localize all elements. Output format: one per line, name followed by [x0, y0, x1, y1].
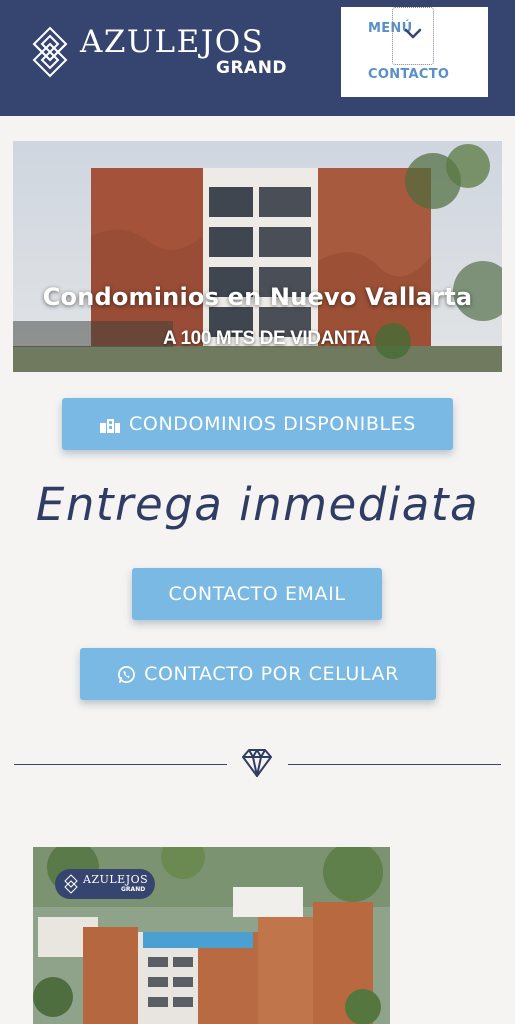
project-render-image[interactable]: AZULEJOS GRAND: [33, 847, 390, 1024]
nav-contacto-link[interactable]: CONTACTO: [368, 67, 449, 82]
contacto-celular-button[interactable]: CONTACTO POR CELULAR: [80, 648, 436, 700]
logo-subtitle[interactable]: GRAND: [216, 58, 287, 78]
logo-icon[interactable]: [32, 26, 68, 78]
diamond-icon: [242, 749, 272, 777]
hero-banner[interactable]: Condominios en Nuevo Vallarta A 100 MTS …: [13, 141, 502, 372]
badge-title: AZULEJOS: [83, 873, 149, 886]
contacto-celular-label: CONTACTO POR CELULAR: [144, 663, 399, 685]
menu-toggle-button[interactable]: [392, 7, 434, 65]
buildings-icon: [100, 419, 121, 433]
render-logo-badge: AZULEJOS GRAND: [55, 869, 155, 899]
logo-title[interactable]: AZULEJOS: [80, 24, 264, 60]
site-header: AZULEJOS GRAND MENÚ CONTACTO: [0, 0, 515, 116]
headline-entrega: Entrega inmediata: [35, 478, 480, 531]
condominios-disponibles-button[interactable]: CONDOMINIOS DISPONIBLES: [62, 398, 453, 450]
hero-subtitle: A 100 MTS DE VIDANTA: [163, 328, 371, 349]
chevron-down-icon: [404, 28, 422, 39]
divider-line-left: [14, 764, 227, 765]
hero-title: Condominios en Nuevo Vallarta: [42, 283, 473, 311]
whatsapp-icon: [118, 665, 136, 683]
divider-line-right: [288, 764, 501, 765]
badge-logo-icon: [64, 874, 78, 894]
condominios-button-label: CONDOMINIOS DISPONIBLES: [129, 413, 416, 435]
nav-menu-box: MENÚ CONTACTO: [341, 7, 488, 97]
contacto-email-button[interactable]: CONTACTO EMAIL: [132, 568, 382, 620]
badge-subtitle: GRAND: [121, 886, 146, 893]
contacto-email-label: CONTACTO EMAIL: [168, 583, 346, 605]
